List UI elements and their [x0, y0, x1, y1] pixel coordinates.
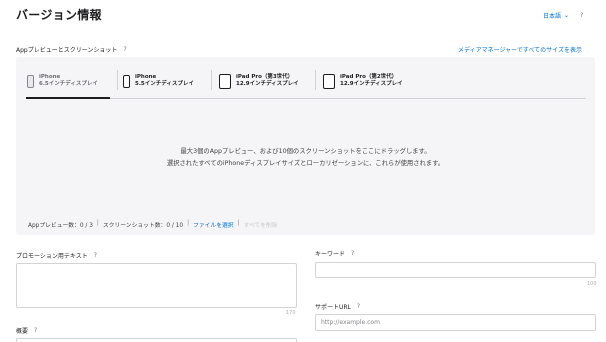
tab-device-name: iPhone — [39, 74, 61, 80]
page-title: バージョン情報 — [16, 8, 102, 22]
chevron-down-icon: ⌄ — [564, 12, 570, 19]
tab-device-size: 5.5インチディスプレイ — [135, 81, 194, 87]
overview-field[interactable] — [16, 338, 297, 342]
media-counts: Appプレビュー数：0 / 3 | スクリーンショット数：0 / 10 | ファ… — [28, 220, 278, 229]
promo-char-count: 170 — [286, 310, 296, 316]
preview-count: Appプレビュー数：0 / 3 — [28, 223, 93, 229]
delete-all-link[interactable]: すべてを削除 — [244, 220, 278, 229]
promo-text-title: プロモーション用テキスト — [16, 253, 88, 260]
tab-divider — [117, 70, 118, 90]
tab-divider — [315, 70, 316, 90]
ipad-icon — [323, 73, 335, 89]
promo-text-label: プロモーション用テキスト ? — [16, 251, 97, 260]
media-manager-link[interactable]: メディアマネージャーですべてのサイズを表示 — [458, 45, 582, 54]
media-section-title: Appプレビューとスクリーンショット — [16, 47, 118, 54]
tab-ipad-pro-3[interactable]: iPad Pro（第3世代） 12.9インチディスプレイ — [219, 66, 299, 96]
help-icon[interactable]: ? — [351, 250, 354, 257]
help-icon[interactable]: ? — [94, 252, 97, 259]
overview-title: 概要 — [16, 328, 29, 335]
tab-device-size: 12.9インチディスプレイ — [340, 81, 403, 87]
tab-divider — [211, 70, 212, 90]
ipad-icon — [219, 73, 231, 89]
tab-device-size: 12.9インチディスプレイ — [236, 81, 299, 87]
count-separator: | — [96, 220, 99, 226]
active-tab-indicator — [26, 97, 110, 99]
language-label: 日本語 — [543, 13, 562, 20]
media-section-label: Appプレビューとスクリーンショット ? — [16, 45, 127, 54]
count-separator: | — [187, 220, 190, 226]
support-url-title: サポートURL — [315, 304, 351, 311]
drop-instruction: 最大3個のAppプレビュー、および10個のスクリーンショットをここにドラッグしま… — [180, 148, 431, 155]
promo-text-field[interactable] — [16, 263, 297, 308]
keyword-label: キーワード ? — [315, 249, 354, 258]
tab-ipad-pro-2[interactable]: iPad Pro（第2世代） 12.9インチディスプレイ — [323, 66, 403, 96]
support-url-label: サポートURL ? — [315, 302, 360, 311]
tabs-divider-line — [26, 98, 586, 99]
help-icon[interactable]: ? — [34, 327, 37, 334]
tab-device-size: 6.5インチディスプレイ — [39, 81, 98, 87]
tab-device-name: iPad Pro（第3世代） — [236, 74, 294, 80]
select-file-link[interactable]: ファイルを選択 — [193, 220, 234, 229]
help-icon[interactable]: ? — [357, 303, 360, 310]
drop-instruction-note: 選択されたすべてのiPhoneディスプレイサイズとローカリゼーションに、これらが… — [166, 160, 445, 167]
language-selector[interactable]: 日本語 ⌄ — [543, 11, 569, 20]
keyword-char-count: 100 — [587, 281, 597, 287]
iphone-icon — [123, 74, 130, 88]
tab-iphone-6-5[interactable]: iPhone 6.5インチディスプレイ — [27, 66, 98, 96]
keyword-title: キーワード — [315, 251, 346, 258]
tab-iphone-5-5[interactable]: iPhone 5.5インチディスプレイ — [123, 66, 194, 96]
support-url-field[interactable]: http://example.com — [315, 314, 596, 331]
iphone-icon — [27, 74, 34, 88]
help-icon[interactable]: ? — [123, 46, 126, 53]
tab-device-name: iPhone — [135, 74, 157, 80]
tab-device-name: iPad Pro（第2世代） — [340, 74, 398, 80]
overview-label: 概要 ? — [16, 326, 37, 335]
screenshot-count: スクリーンショット数：0 / 10 — [102, 223, 184, 229]
help-icon[interactable]: ? — [580, 12, 583, 19]
keyword-field[interactable] — [315, 262, 596, 278]
device-tabs: iPhone 6.5インチディスプレイ iPhone 5.5インチディスプレイ … — [16, 60, 586, 100]
count-separator: | — [237, 220, 240, 226]
